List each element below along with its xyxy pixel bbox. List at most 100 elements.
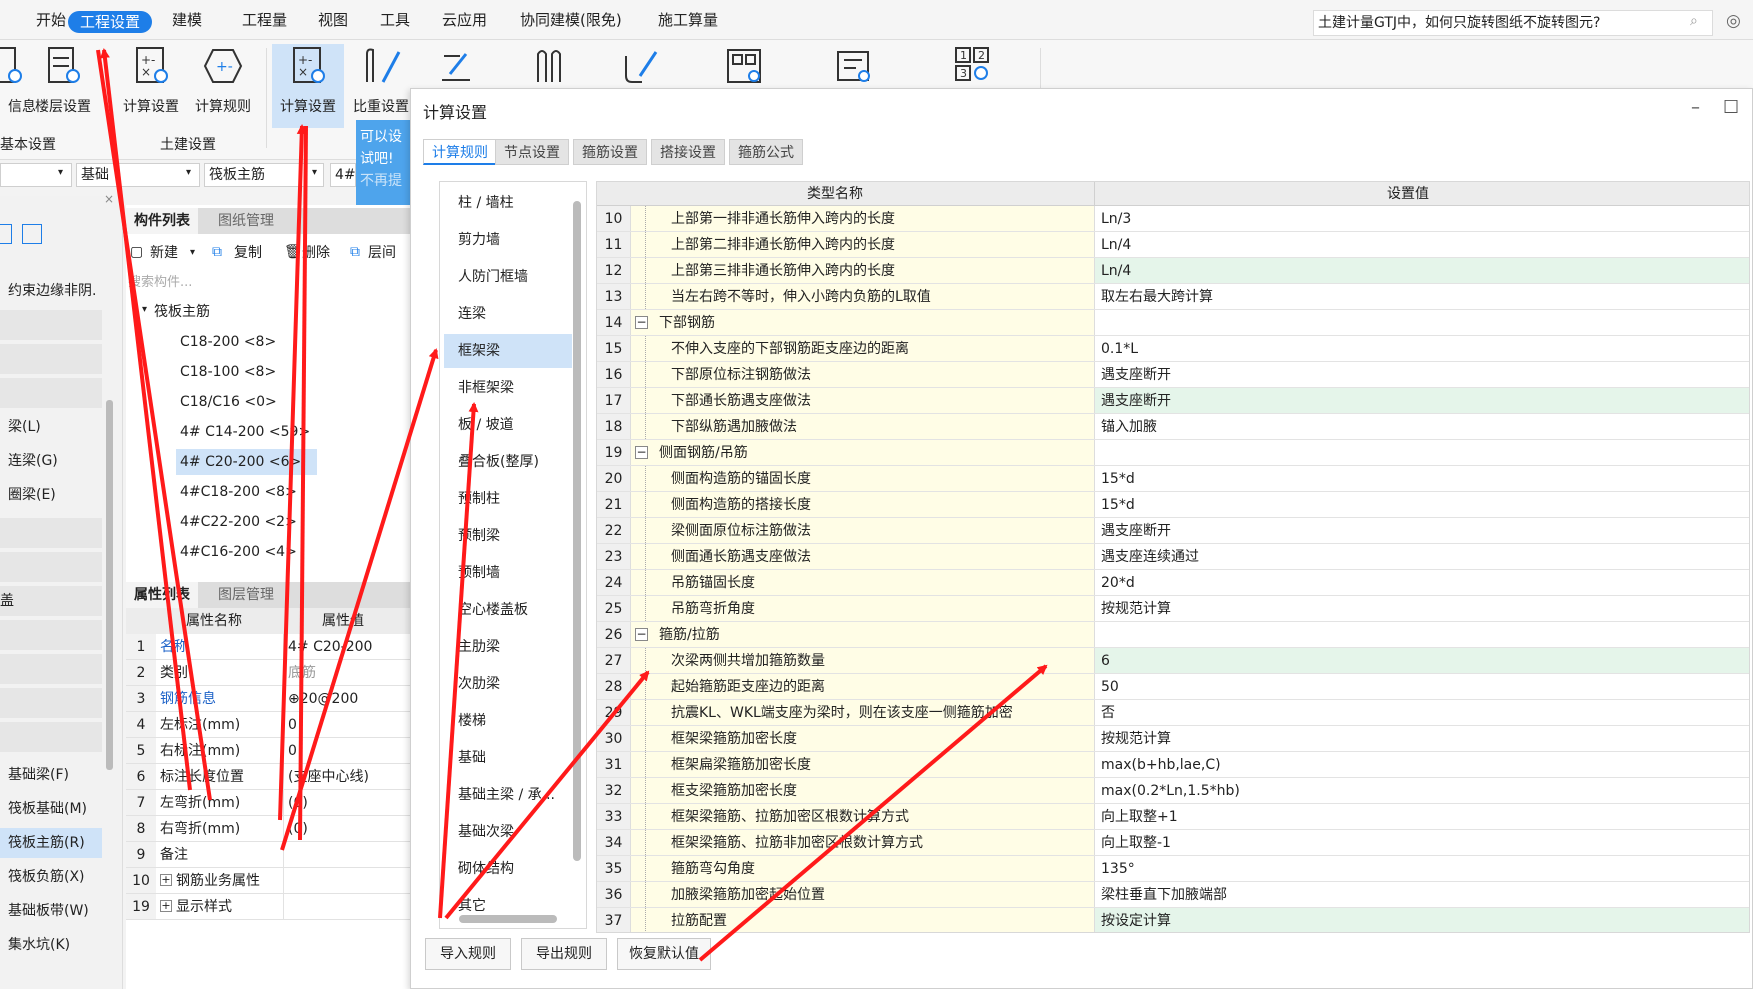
rule-value[interactable]: 取左右最大跨计算 [1095, 284, 1749, 309]
rule-value[interactable]: 按设定计算 [1095, 908, 1749, 932]
tab-component-list[interactable]: 构件列表 [126, 208, 198, 234]
help-search-input[interactable]: 土建计量GTJ中，如何只旋转图纸不旋转图元? [1313, 10, 1713, 36]
list-settings-icon[interactable] [834, 46, 874, 86]
rebar-shape-icon[interactable] [528, 46, 568, 86]
category-item[interactable]: 柱 / 墙柱 [444, 186, 572, 220]
category-scrollbar[interactable] [573, 201, 581, 861]
nav-item-beam[interactable]: 梁(L) [0, 412, 102, 442]
property-row[interactable]: 1 名称 4# C20-200 [126, 634, 410, 660]
category-item[interactable]: 板 / 坡道 [444, 408, 572, 442]
tab-stirrup-settings[interactable]: 箍筋设置 [573, 139, 647, 165]
property-row[interactable]: 5 右标注(mm) 0 [126, 738, 410, 764]
rule-row[interactable]: 19 侧面钢筋/吊筋 − [597, 440, 1749, 466]
category-item[interactable]: 预制柱 [444, 482, 572, 516]
tab-lap-settings[interactable]: 搭接设置 [651, 139, 725, 165]
rule-value[interactable]: 遇支座断开 [1095, 388, 1749, 413]
category-hscrollbar[interactable] [459, 915, 557, 923]
rule-row[interactable]: 28 起始箍筋距支座边的距离 50 [597, 674, 1749, 700]
search-icon[interactable]: ⌕ [1690, 13, 1698, 29]
rule-row[interactable]: 17 下部通长筋遇支座做法 遇支座断开 [597, 388, 1749, 414]
maximize-icon[interactable]: ☐ [1723, 97, 1739, 118]
category-item[interactable]: 砌体结构 [444, 852, 572, 886]
tree-node[interactable]: C18-200 <8> [180, 332, 276, 352]
rule-row[interactable]: 33 框架梁箍筋、拉筋加密区根数计算方式 向上取整+1 [597, 804, 1749, 830]
rule-value[interactable]: 15*d [1095, 466, 1749, 491]
tab-layer-manage[interactable]: 图层管理 [210, 582, 282, 608]
rule-row[interactable]: 15 不伸入支座的下部钢筋距支座边的距离 0.1*L [597, 336, 1749, 362]
type-combo[interactable]: 筏板主筋 [204, 163, 324, 187]
rule-value[interactable]: 否 [1095, 700, 1749, 725]
category-item[interactable]: 连梁 [444, 297, 572, 331]
nav-item[interactable] [0, 378, 102, 408]
chevron-down-icon[interactable]: ▾ [190, 243, 195, 263]
category-item[interactable]: 主肋梁 [444, 630, 572, 664]
nav-item-foundation-strip[interactable]: 基础板带(W) [0, 896, 102, 926]
category-item[interactable]: 叠合板(整厚) [444, 445, 572, 479]
rule-value[interactable]: 6 [1095, 648, 1749, 673]
category-item[interactable]: 楼梯 [444, 704, 572, 738]
rule-row[interactable]: 11 上部第二排非通长筋伸入跨内的长度 Ln/4 [597, 232, 1749, 258]
rule-row[interactable]: 24 吊筋锚固长度 20*d [597, 570, 1749, 596]
nav-item-raft-neg-rebar[interactable]: 筏板负筋(X) [0, 862, 102, 892]
rule-row[interactable]: 12 上部第三排非通长筋伸入跨内的长度 Ln/4 [597, 258, 1749, 284]
rule-value[interactable]: 135° [1095, 856, 1749, 881]
tab-stirrup-formula[interactable]: 箍筋公式 [729, 139, 803, 165]
property-row[interactable]: 3 钢筋信息 ⊕20@200 [126, 686, 410, 712]
list-view-icon[interactable] [0, 224, 12, 244]
category-item[interactable]: 剪力墙 [444, 223, 572, 257]
ribbon-calc-settings-button[interactable]: +- × 计算设置 [116, 44, 186, 116]
nav-item[interactable] [0, 552, 102, 582]
tree-node[interactable]: 4# C14-200 <59> [180, 422, 310, 442]
rule-value[interactable]: 按规范计算 [1095, 726, 1749, 751]
category-item[interactable]: 次肋梁 [444, 667, 572, 701]
rule-row[interactable]: 30 框架梁箍筋加密长度 按规范计算 [597, 726, 1749, 752]
rule-row[interactable]: 31 框架扁梁箍筋加密长度 max(b+hb,lae,C) [597, 752, 1749, 778]
ribbon-weight-settings-button[interactable]: 比重设置 [346, 44, 416, 116]
minimize-icon[interactable]: – [1691, 97, 1700, 118]
rule-value[interactable]: 50 [1095, 674, 1749, 699]
collapse-icon[interactable]: − [635, 316, 648, 329]
rule-value[interactable]: 向上取整-1 [1095, 830, 1749, 855]
rule-row[interactable]: 23 侧面通长筋遇支座做法 遇支座连续通过 [597, 544, 1749, 570]
rule-row[interactable]: 10 上部第一排非通长筋伸入跨内的长度 Ln/3 [597, 206, 1749, 232]
bend-tool-icon[interactable] [620, 46, 660, 86]
rule-value[interactable]: 15*d [1095, 492, 1749, 517]
component-combo[interactable]: 4# [330, 163, 356, 187]
rule-value[interactable] [1095, 310, 1749, 335]
property-row[interactable]: 4 左标注(mm) 0 [126, 712, 410, 738]
nav-item[interactable] [0, 722, 102, 752]
numbered-grid-icon[interactable]: 1 23 [952, 44, 992, 84]
rule-value[interactable]: Ln/4 [1095, 232, 1749, 257]
category-item[interactable]: 基础主梁 / 承... [444, 778, 572, 812]
rule-row[interactable]: 14 下部钢筋 − [597, 310, 1749, 336]
rule-row[interactable]: 25 吊筋弯折角度 按规范计算 [597, 596, 1749, 622]
menu-project-settings[interactable]: 工程设置 [68, 11, 153, 33]
delete-button[interactable]: 删除 [302, 243, 330, 263]
rule-value[interactable]: max(0.2*Ln,1.5*hb) [1095, 778, 1749, 803]
nav-item-raft-foundation[interactable]: 筏板基础(M) [0, 794, 102, 824]
close-icon[interactable]: × [104, 192, 114, 206]
rule-value[interactable]: 锚入加腋 [1095, 414, 1749, 439]
rule-value[interactable]: 按规范计算 [1095, 596, 1749, 621]
menu-quantity[interactable]: 工程量 [230, 10, 299, 30]
nav-item-coupling-beam[interactable]: 连梁(G) [0, 446, 102, 476]
nav-scrollbar[interactable] [106, 400, 113, 770]
rule-row[interactable]: 34 框架梁箍筋、拉筋非加密区根数计算方式 向上取整-1 [597, 830, 1749, 856]
expand-icon[interactable]: + [160, 900, 172, 912]
tab-calc-rules[interactable]: 计算规则 [423, 139, 497, 165]
collapse-icon[interactable]: − [635, 628, 648, 641]
tab-drawing-manage[interactable]: 图纸管理 [210, 208, 282, 234]
rule-row[interactable]: 36 加腋梁箍筋加密起始位置 梁柱垂直下加腋端部 [597, 882, 1749, 908]
export-rules-button[interactable]: 导出规则 [521, 938, 607, 970]
rule-value[interactable]: 梁柱垂直下加腋端部 [1095, 882, 1749, 907]
nav-item-cover[interactable]: 盖 [0, 586, 102, 616]
rule-row[interactable]: 35 箍筋弯勾角度 135° [597, 856, 1749, 882]
rule-value[interactable]: 20*d [1095, 570, 1749, 595]
tab-property-list[interactable]: 属性列表 [126, 582, 198, 608]
category-item[interactable]: 人防门框墙 [444, 260, 572, 294]
user-icon[interactable]: ◎ [1726, 11, 1741, 31]
property-row[interactable]: 2 类别 底筋 [126, 660, 410, 686]
nav-item[interactable] [0, 310, 102, 340]
rule-value[interactable] [1095, 440, 1749, 465]
property-row[interactable]: 9 备注 [126, 842, 410, 868]
